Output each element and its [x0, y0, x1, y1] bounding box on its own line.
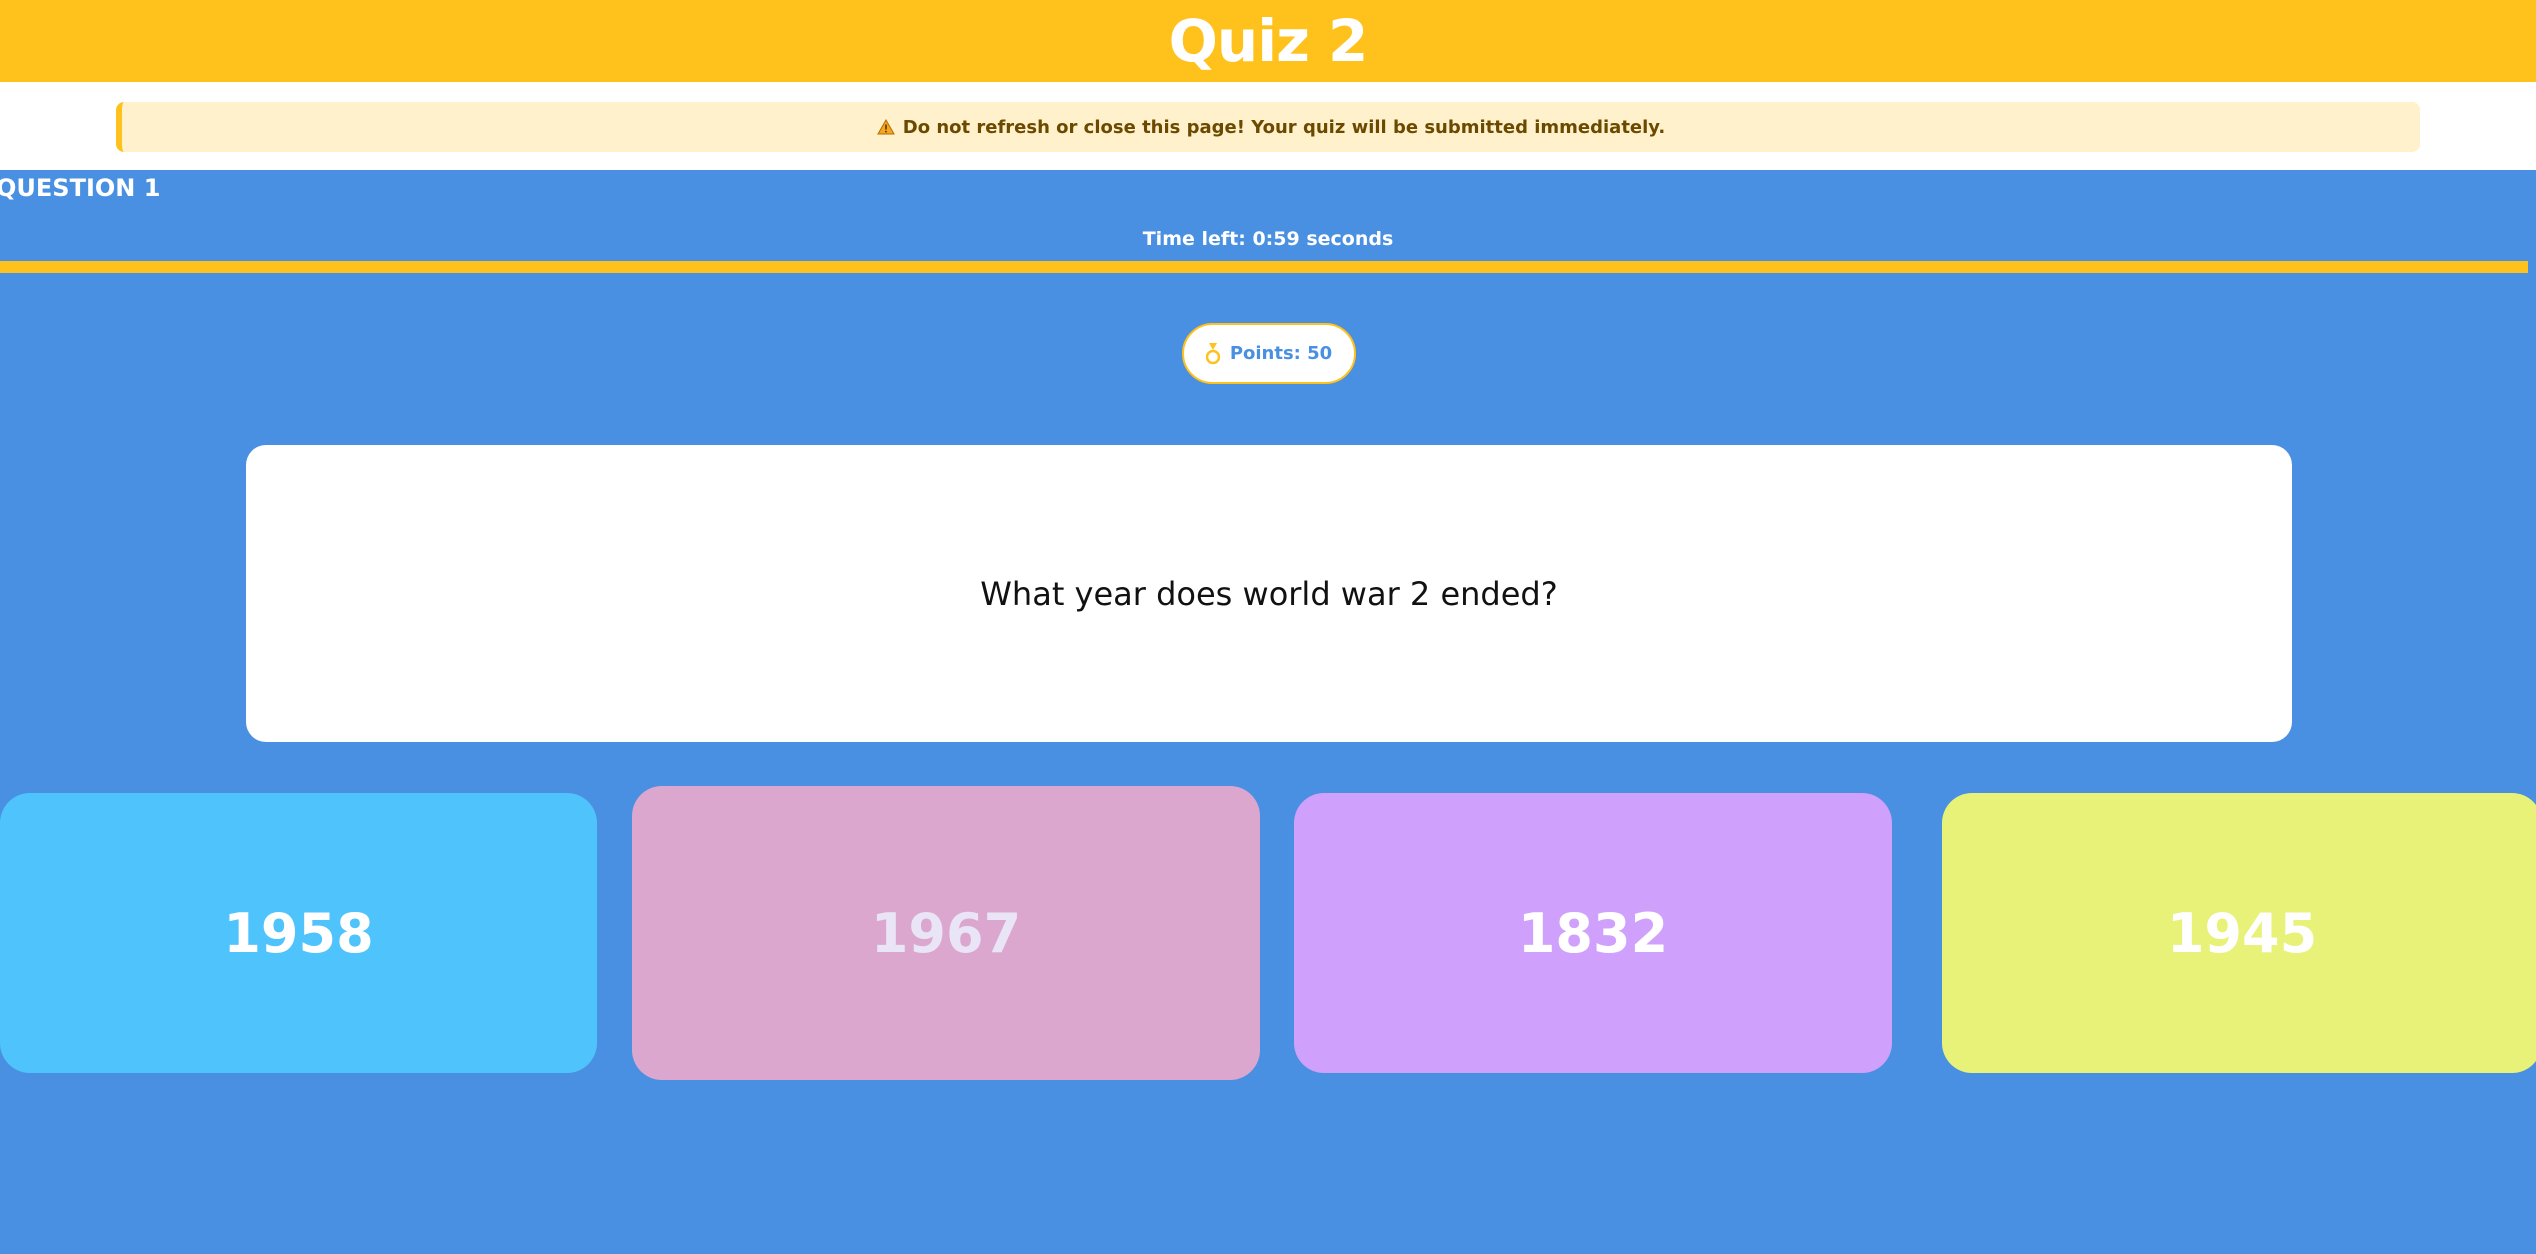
timer-progress-fill [0, 261, 2529, 273]
answer-option-2[interactable]: 1967 [632, 786, 1260, 1080]
points-badge: Points: 50 [1182, 323, 1356, 384]
answer-option-3[interactable]: 1832 [1294, 793, 1892, 1073]
timer-progress-bar [0, 261, 2536, 273]
time-left-text: Time left: 0:59 seconds [1142, 228, 1394, 250]
points-label: Points: 50 [1229, 343, 1333, 364]
question-text: What year does world war 2 ended? [980, 574, 1558, 613]
warning-banner: Do not refresh or close this page! Your … [116, 102, 2420, 152]
quiz-title: Quiz 2 [1168, 7, 1369, 75]
answer-option-1[interactable]: 1958 [0, 793, 597, 1073]
answer-label: 1832 [1517, 901, 1669, 965]
question-number: QUESTION 1 [0, 174, 161, 202]
answer-label: 1945 [2166, 901, 2318, 965]
warning-icon [876, 119, 895, 135]
answer-label: 1967 [870, 901, 1022, 965]
warning-text: Do not refresh or close this page! Your … [902, 116, 1666, 138]
quiz-header: Quiz 2 [0, 0, 2536, 82]
medal-icon [1205, 342, 1220, 364]
answer-label: 1958 [223, 901, 374, 965]
notice-strip: Do not refresh or close this page! Your … [0, 82, 2536, 170]
answer-option-4[interactable]: 1945 [1942, 793, 2536, 1073]
question-card: What year does world war 2 ended? [246, 445, 2292, 742]
